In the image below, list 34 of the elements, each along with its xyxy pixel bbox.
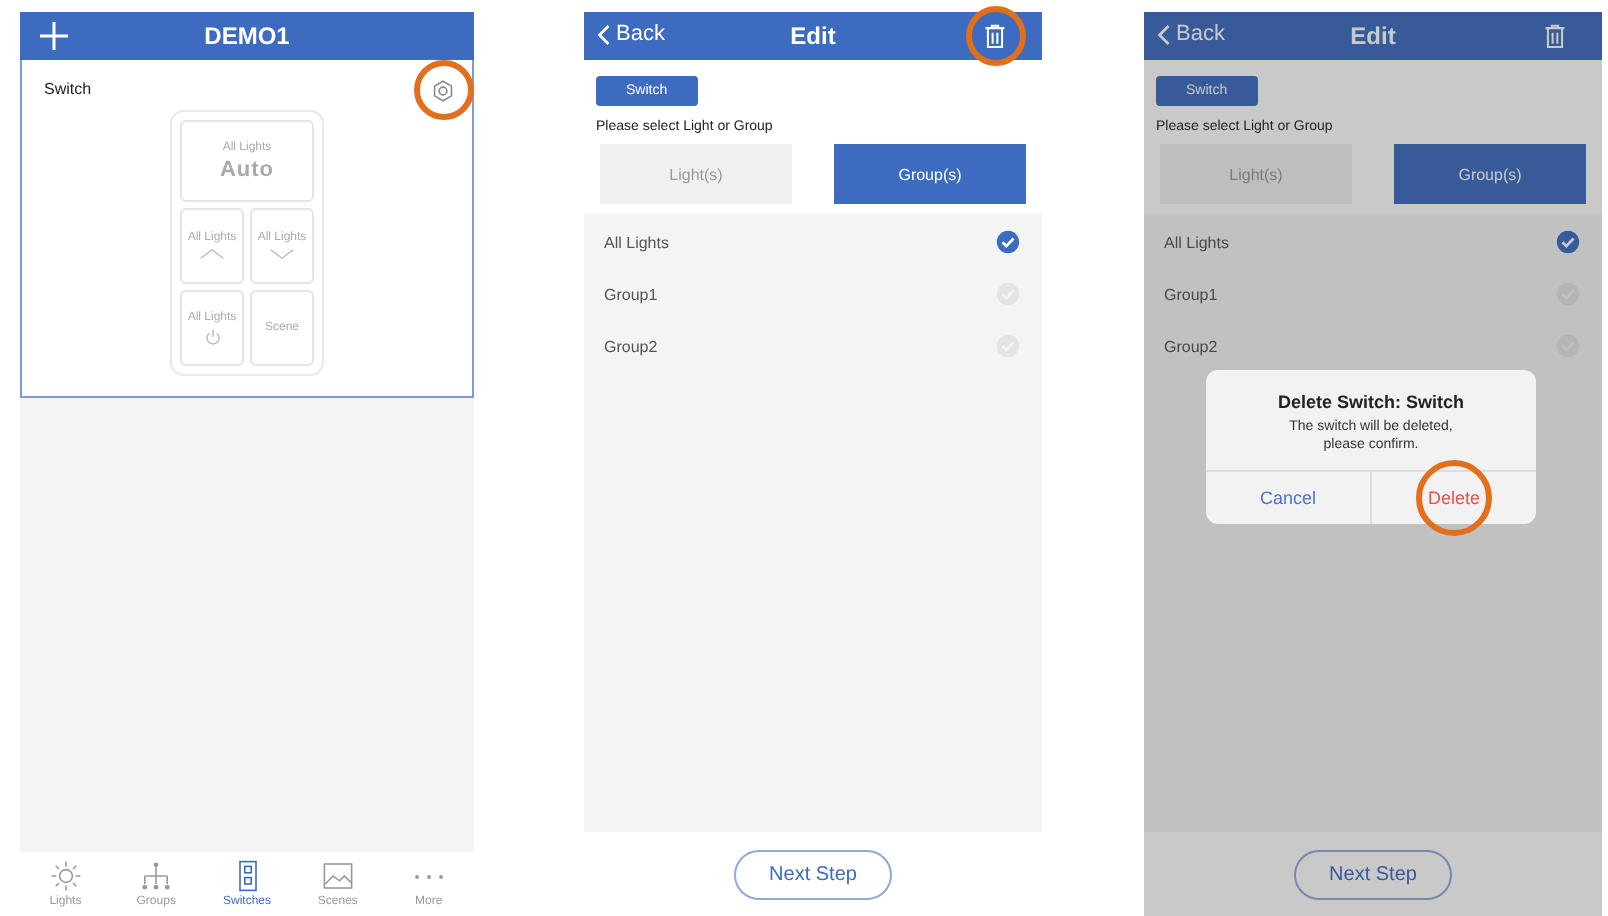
list-item[interactable]: Group1 (1144, 268, 1602, 320)
screen-title: Edit (1350, 22, 1396, 50)
chevron-up-icon (198, 248, 226, 260)
list-item[interactable]: All Lights (1144, 216, 1602, 268)
sun-icon (49, 860, 82, 892)
trash-icon[interactable] (984, 22, 1006, 50)
delete-button[interactable]: Delete (1427, 488, 1480, 509)
next-step-button[interactable]: Next Step (1293, 849, 1453, 899)
more-icon (413, 873, 444, 879)
cancel-button[interactable]: Cancel (1259, 488, 1316, 509)
picture-icon (321, 860, 354, 892)
chevron-down-icon (268, 248, 296, 260)
back-chevron-icon (1158, 23, 1170, 45)
segment-button[interactable]: Group(s) (834, 144, 1026, 204)
back-chevron-icon (598, 23, 610, 45)
back-button[interactable]: Back (1158, 22, 1225, 46)
segment-button[interactable]: Light(s) (600, 144, 792, 204)
next-step-button[interactable]: Next Step (733, 849, 893, 899)
hierarchy-icon (140, 860, 173, 892)
trash-icon[interactable] (1544, 22, 1566, 50)
segment-button[interactable]: Light(s) (1160, 144, 1352, 204)
screen-title: Edit (790, 22, 836, 50)
segment-button[interactable]: Group(s) (1394, 144, 1586, 204)
power-icon (203, 327, 221, 345)
list-item[interactable]: Group2 (584, 320, 1042, 372)
switch-name: Switch (44, 80, 92, 98)
list-item[interactable]: Group2 (1144, 320, 1602, 372)
dialog-title: Delete Switch: Switch (1277, 392, 1465, 412)
back-button[interactable]: Back (598, 22, 665, 46)
screen-title: DEMO1 (204, 22, 290, 50)
list-item[interactable]: Group1 (584, 268, 1042, 320)
settings-icon[interactable] (430, 78, 456, 104)
plus-icon[interactable] (38, 20, 70, 52)
list-item[interactable]: All Lights (584, 216, 1042, 268)
